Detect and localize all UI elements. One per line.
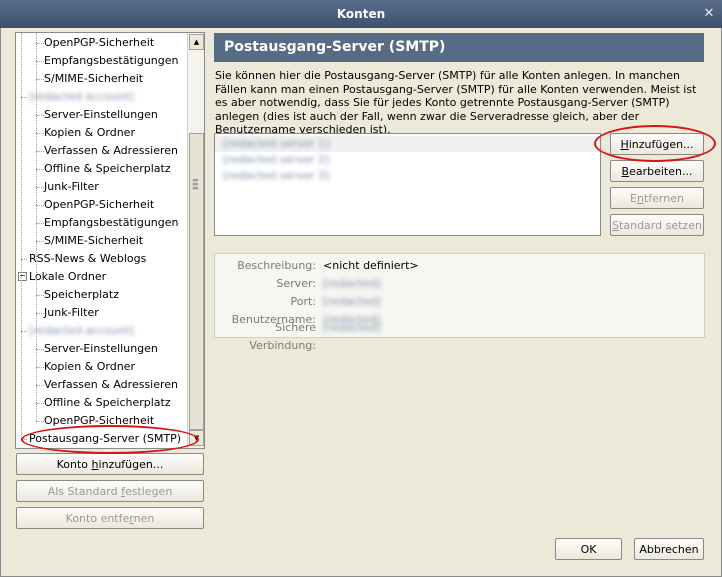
tree-connector <box>36 79 44 80</box>
tree-item-label: Empfangsbestätigungen <box>44 54 179 67</box>
tree-connector <box>21 33 22 439</box>
tree-item[interactable]: Server-Einstellungen <box>44 106 158 124</box>
tree-item[interactable]: Empfangsbestätigungen <box>44 52 179 70</box>
tree-item[interactable]: Offline & Speicherplatz <box>44 394 171 412</box>
scroll-up-icon[interactable]: ▲ <box>189 34 204 50</box>
smtp-server-label: [redacted server 3] <box>223 169 330 182</box>
set-default-smtp-button[interactable]: Standard setzen <box>610 214 704 236</box>
tree-item-label: Verfassen & Adressieren <box>44 378 179 391</box>
remove-account-button[interactable]: Konto entfernen <box>16 507 204 529</box>
highlight-ellipse-add <box>594 125 716 162</box>
tree-item[interactable]: OpenPGP-Sicherheit <box>44 196 154 214</box>
list-item[interactable]: [redacted server 1] <box>215 136 600 152</box>
tree-item[interactable]: Empfangsbestätigungen <box>44 214 179 232</box>
tree-connector <box>36 349 44 350</box>
tree-item-label: Junk-Filter <box>44 180 99 193</box>
list-item[interactable]: [redacted server 3] <box>215 168 600 184</box>
port-label: Port: <box>290 295 316 308</box>
tree-connector <box>36 61 44 62</box>
tree-connector <box>36 385 44 386</box>
tree-item-label: Offline & Speicherplatz <box>44 396 171 409</box>
list-item[interactable]: [redacted server 2] <box>215 152 600 168</box>
tree-connector <box>36 115 44 116</box>
tree-item[interactable]: Lokale Ordner <box>29 268 106 286</box>
security-value: [redacted] <box>323 321 381 334</box>
tree-item[interactable]: [redacted account] <box>29 88 134 106</box>
tree-item-label: S/MIME-Sicherheit <box>44 72 144 85</box>
tree-item[interactable]: Verfassen & Adressieren <box>44 376 178 394</box>
edit-smtp-button[interactable]: Bearbeiten... <box>610 160 704 182</box>
tree-item[interactable]: Junk-Filter <box>44 178 99 196</box>
tree-item-label: RSS-News & Weblogs <box>29 252 147 265</box>
description-label: Beschreibung: <box>237 259 316 272</box>
security-label: Sichere Verbindung: <box>249 321 316 352</box>
tree-connector <box>36 33 37 421</box>
server-value: [redacted] <box>323 277 381 290</box>
tree-item-label: Server-Einstellungen <box>44 342 158 355</box>
tree-item-label: Speicherplatz <box>44 288 119 301</box>
remove-smtp-button[interactable]: Entfernen <box>610 187 704 209</box>
tree-item[interactable]: [redacted account] <box>29 322 134 340</box>
tree-item[interactable]: S/MIME-Sicherheit <box>44 232 143 250</box>
tree-item[interactable]: S/MIME-Sicherheit <box>44 70 143 88</box>
tree-item[interactable]: Kopien & Ordner <box>44 358 135 376</box>
tree-item[interactable]: Kopien & Ordner <box>44 124 135 142</box>
tree-item-label: Empfangsbestätigungen <box>44 216 179 229</box>
tree-item[interactable]: Offline & Speicherplatz <box>44 160 171 178</box>
tree-connector <box>36 169 44 170</box>
smtp-server-list[interactable]: [redacted server 1] [redacted server 2] … <box>214 133 601 236</box>
scroll-grip-icon: ▬ ▬ ▬ <box>192 176 199 192</box>
tree-connector <box>36 295 44 296</box>
tree-item-label: Lokale Ordner <box>29 270 107 283</box>
ok-button[interactable]: OK <box>555 538 622 560</box>
tree-item[interactable]: Verfassen & Adressieren <box>44 142 178 160</box>
tree-item[interactable]: OpenPGP-Sicherheit <box>44 34 154 52</box>
tree-connector <box>36 313 44 314</box>
tree-connector <box>36 223 44 224</box>
smtp-server-label: [redacted server 1] <box>223 137 330 150</box>
tree-item-label: Server-Einstellungen <box>44 108 158 121</box>
tree-item-label: S/MIME-Sicherheit <box>44 234 144 247</box>
port-value: [redacted] <box>323 295 381 308</box>
tree-item-label: OpenPGP-Sicherheit <box>44 36 155 49</box>
page-title: Postausgang-Server (SMTP) <box>214 33 704 62</box>
tree-connector <box>36 205 44 206</box>
description-value: <nicht definiert> <box>323 259 419 272</box>
tree-item-label: Junk-Filter <box>44 306 99 319</box>
account-tree[interactable]: OpenPGP-Sicherheit Empfangsbestätigungen S… <box>15 32 205 449</box>
tree-connector <box>36 151 44 152</box>
collapse-icon[interactable]: − <box>18 272 27 281</box>
tree-item-label: Offline & Speicherplatz <box>44 162 171 175</box>
tree-connector <box>36 187 44 188</box>
set-default-account-button[interactable]: Als Standard festlegen <box>16 480 204 502</box>
smtp-details: Beschreibung: <nicht definiert> Server: … <box>214 253 705 352</box>
highlight-ellipse-smtp <box>21 425 199 454</box>
tree-item[interactable]: Server-Einstellungen <box>44 340 158 358</box>
tree-item-label: Kopien & Ordner <box>44 126 135 139</box>
tree-connector <box>36 403 44 404</box>
tree-item[interactable]: Speicherplatz <box>44 286 119 304</box>
tree-connector <box>36 367 44 368</box>
tree-item[interactable]: Junk-Filter <box>44 304 99 322</box>
smtp-server-label: [redacted server 2] <box>223 153 330 166</box>
tree-connector <box>36 133 44 134</box>
tree-item-label: [redacted account] <box>29 90 134 103</box>
tree-scrollbar[interactable]: ▲ ▬ ▬ ▬ ▼ <box>187 33 204 448</box>
tree-item-label: [redacted account] <box>29 324 134 337</box>
tree-connector <box>36 241 44 242</box>
server-label: Server: <box>276 277 316 290</box>
tree-connector <box>36 43 44 44</box>
add-account-button[interactable]: Konto hinzufügen... <box>16 453 204 475</box>
tree-connector <box>36 421 44 422</box>
window-title: Konten <box>336 7 386 21</box>
close-icon[interactable]: ✕ <box>702 7 716 21</box>
tree-item-label: Kopien & Ordner <box>44 360 135 373</box>
title-bar: Konten ✕ <box>0 0 722 29</box>
tree-item[interactable]: RSS-News & Weblogs <box>29 250 146 268</box>
tree-item-label: OpenPGP-Sicherheit <box>44 198 155 211</box>
cancel-button[interactable]: Abbrechen <box>634 538 704 560</box>
tree-item-label: Verfassen & Adressieren <box>44 144 179 157</box>
